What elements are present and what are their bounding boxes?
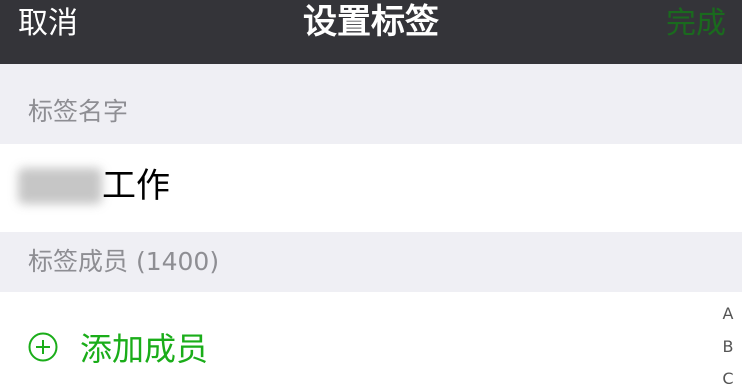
done-button[interactable]: 完成 — [666, 6, 726, 42]
tag-name-section-header: 标签名字 — [0, 64, 742, 144]
alphabet-index-bar[interactable]: A B C — [714, 300, 742, 391]
index-letter-a[interactable]: A — [714, 304, 742, 324]
blurred-text — [18, 168, 102, 204]
tag-name-input[interactable] — [102, 164, 662, 208]
page-title: 设置标签 — [303, 2, 439, 42]
tag-members-section-header: 标签成员 (1400) — [0, 232, 742, 292]
index-letter-c[interactable]: C — [714, 369, 742, 389]
add-member-label: 添加成员 — [80, 330, 209, 368]
plus-circle-icon — [28, 332, 58, 362]
set-tag-screen: 取消 设置标签 完成 标签名字 标签成员 (1400) 添加成员 A B C — [0, 0, 742, 391]
tag-members-header-label: 标签成员 (1400) — [28, 247, 220, 276]
index-letter-b[interactable]: B — [714, 337, 742, 357]
add-member-button[interactable]: 添加成员 — [0, 292, 742, 391]
navigation-bar: 取消 设置标签 完成 — [0, 0, 742, 64]
tag-name-header-label: 标签名字 — [28, 97, 129, 126]
tag-name-row — [0, 144, 742, 232]
